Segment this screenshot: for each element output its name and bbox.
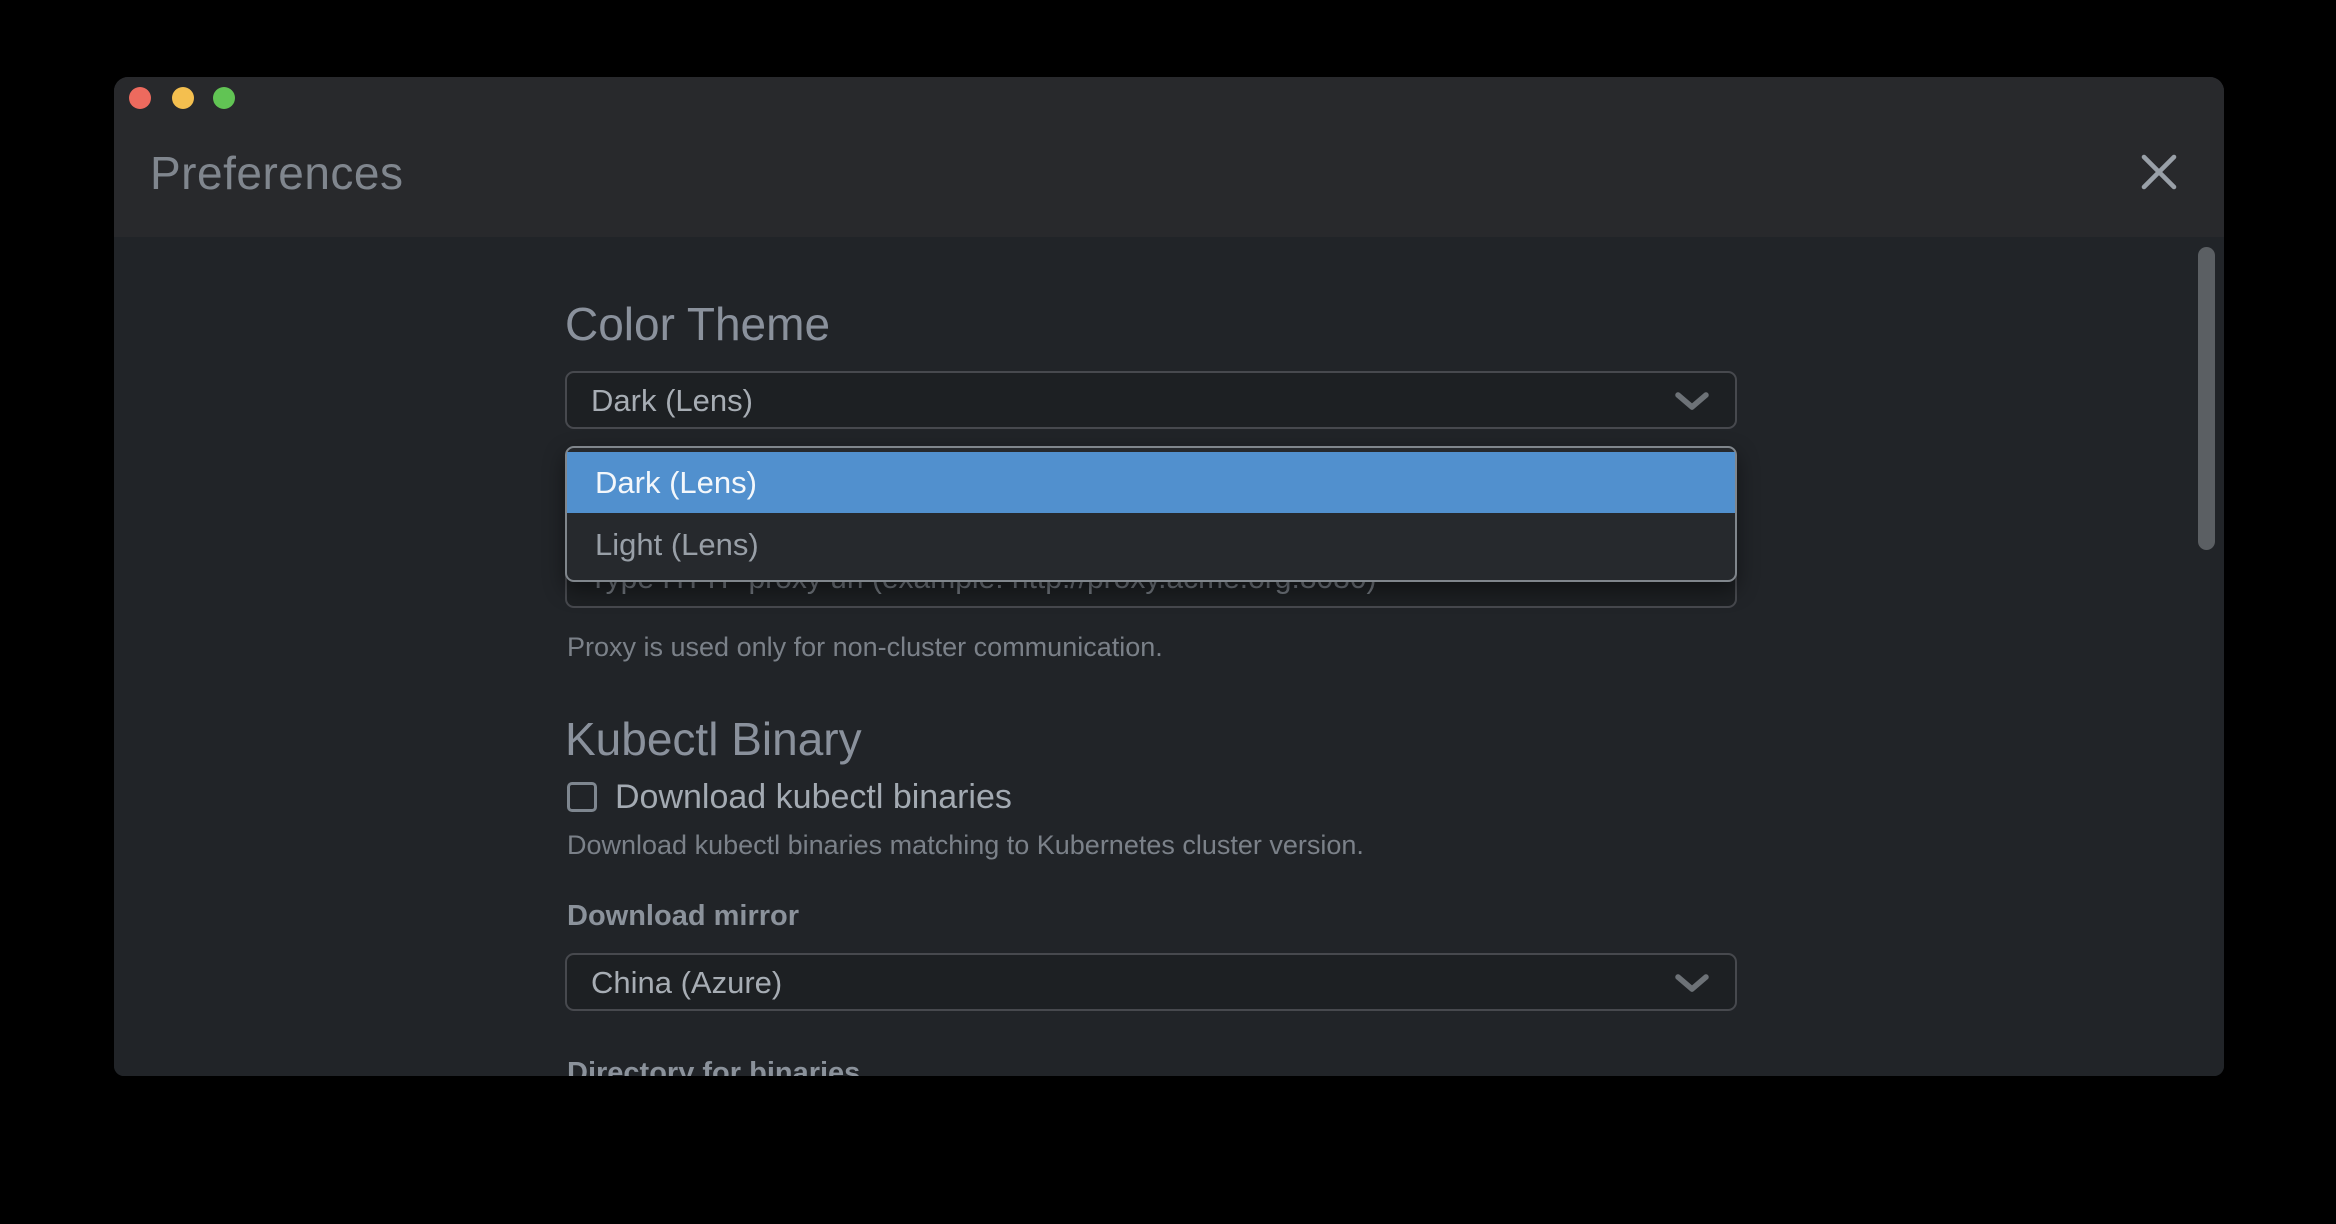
download-mirror-select[interactable]: China (Azure) [565, 953, 1737, 1011]
download-kubectl-checkbox-label: Download kubectl binaries [615, 778, 1012, 817]
close-button[interactable] [2138, 151, 2180, 193]
download-mirror-select-value: China (Azure) [591, 955, 782, 1010]
download-mirror-label: Download mirror [567, 899, 799, 933]
window-title: Preferences [150, 147, 404, 199]
close-traffic-light[interactable] [129, 87, 151, 109]
download-kubectl-checkbox-row[interactable]: Download kubectl binaries [567, 780, 1012, 814]
checkbox-unchecked-icon[interactable] [567, 782, 597, 812]
color-theme-select[interactable]: Dark (Lens) [565, 371, 1737, 429]
minimize-traffic-light[interactable] [172, 87, 194, 109]
color-theme-dropdown: Dark (Lens) Light (Lens) [565, 446, 1737, 582]
chevron-down-icon [1675, 392, 1709, 412]
vertical-scrollbar-thumb[interactable] [2198, 247, 2215, 550]
zoom-traffic-light[interactable] [213, 87, 235, 109]
dropdown-option-dark[interactable]: Dark (Lens) [567, 452, 1735, 513]
close-x-icon [2138, 151, 2180, 193]
directory-for-binaries-label: Directory for binaries [567, 1056, 860, 1076]
color-theme-select-value: Dark (Lens) [591, 373, 753, 428]
preferences-content: Color Theme Dark (Lens) Dark (Lens) Ligh… [114, 237, 2224, 1076]
kubectl-help-text: Download kubectl binaries matching to Ku… [567, 829, 1364, 861]
settings-column: Color Theme Dark (Lens) Dark (Lens) Ligh… [565, 237, 1737, 1076]
color-theme-heading: Color Theme [565, 299, 830, 349]
desktop-background: Preferences Color Theme Dark (Lens) [0, 0, 2336, 1224]
kubectl-binary-heading: Kubectl Binary [565, 714, 862, 764]
proxy-help-text: Proxy is used only for non-cluster commu… [567, 631, 1163, 663]
preferences-window: Preferences Color Theme Dark (Lens) [114, 77, 2224, 1076]
titlebar: Preferences [114, 77, 2224, 237]
dropdown-option-light[interactable]: Light (Lens) [567, 513, 1735, 576]
chevron-down-icon [1675, 974, 1709, 994]
